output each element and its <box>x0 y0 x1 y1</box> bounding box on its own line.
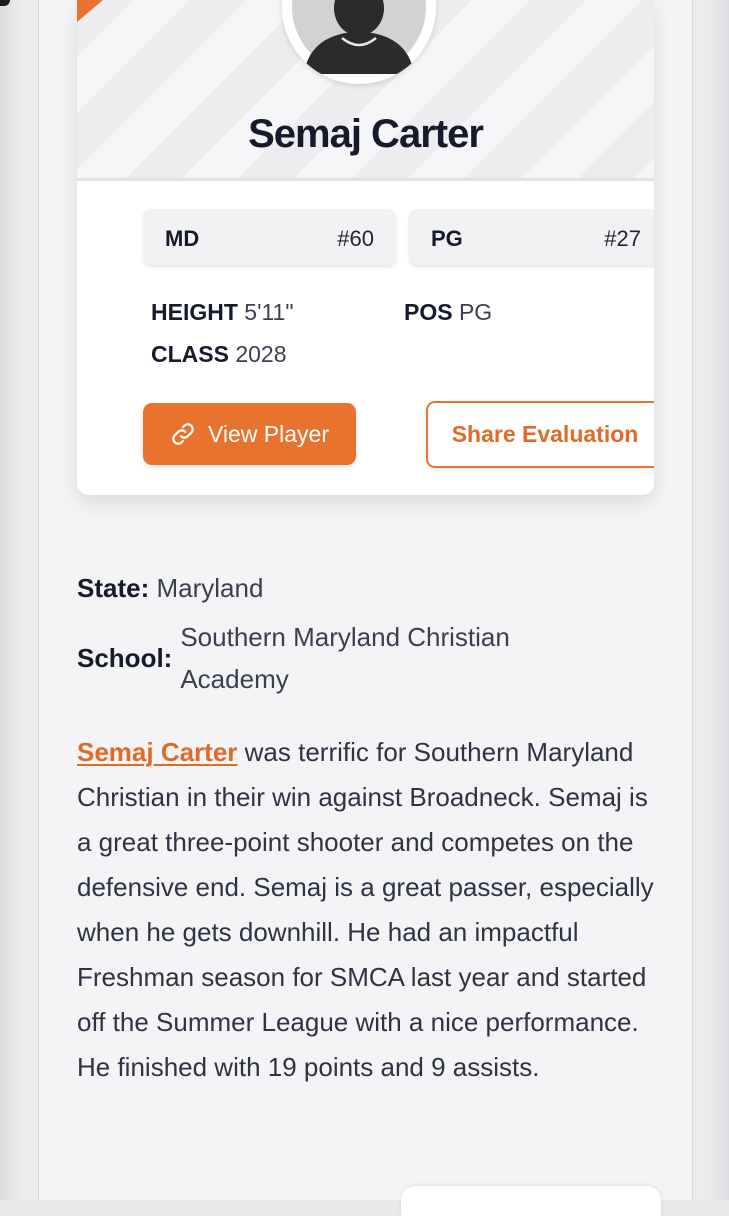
class-label: CLASS <box>151 341 229 367</box>
share-evaluation-button[interactable]: Share Evaluation <box>426 401 654 468</box>
pos-value: PG <box>458 299 493 325</box>
school-info: School: Southern Maryland Christian Acad… <box>77 616 637 700</box>
corner-accent <box>77 0 103 22</box>
player-avatar <box>282 0 436 84</box>
player-profile-link[interactable]: Semaj Carter <box>77 737 237 767</box>
player-evaluation-text: Semaj Carter was terrific for Southern M… <box>77 730 657 1090</box>
evaluation-body: was terrific for Southern Maryland Chris… <box>77 737 654 1082</box>
player-card-header: Semaj Carter <box>77 0 654 181</box>
state-label: State: <box>77 573 150 603</box>
position-rank: #27 <box>604 226 641 251</box>
share-evaluation-label: Share Evaluation <box>451 421 639 447</box>
link-icon <box>172 423 194 445</box>
school-value: Southern Maryland Christian Academy <box>180 622 510 694</box>
view-player-label: View Player <box>207 420 330 447</box>
position-rank-pill: PG #27 <box>409 209 654 265</box>
state-value: Maryland <box>156 573 264 603</box>
height-label: HEIGHT <box>151 299 238 325</box>
height-attribute: HEIGHT 5'11" <box>151 299 294 326</box>
class-value: 2028 <box>235 341 287 367</box>
person-silhouette-icon <box>304 0 414 74</box>
height-value: 5'11" <box>244 299 294 325</box>
state-rank: #60 <box>337 226 374 251</box>
school-label: School: <box>77 642 173 673</box>
state-rank-pill: MD #60 <box>143 209 396 265</box>
state-info: State: Maryland <box>77 573 263 604</box>
page-content: Semaj Carter MD #60 PG #27 HEIGHT 5'11" … <box>38 0 693 1216</box>
player-card: Semaj Carter MD #60 PG #27 HEIGHT 5'11" … <box>77 0 654 495</box>
pos-label: POS <box>404 299 453 325</box>
position-code: PG <box>431 226 463 251</box>
view-player-button[interactable]: View Player <box>143 403 356 465</box>
pos-attribute: POS PG <box>404 299 492 326</box>
class-attribute: CLASS 2028 <box>151 341 287 368</box>
state-code: MD <box>165 226 200 251</box>
next-card-peek <box>401 1186 661 1216</box>
player-name: Semaj Carter <box>248 112 484 156</box>
